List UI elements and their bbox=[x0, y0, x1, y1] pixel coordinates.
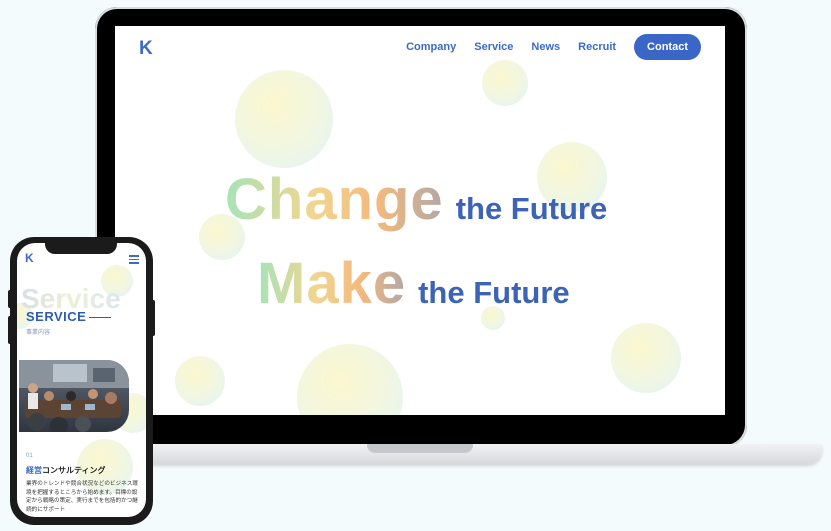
meeting-photo-illustration bbox=[19, 360, 129, 432]
hero-line-2: Make the Future bbox=[257, 250, 570, 317]
service-item-title-accent: 経営 bbox=[26, 466, 42, 475]
laptop-notch bbox=[367, 444, 473, 453]
service-item-description: 業界のトレンドや競合状況などのビジネス環境を把握するところから始めます。目標の設… bbox=[26, 481, 138, 513]
title-underline bbox=[89, 317, 111, 318]
service-item-title-rest: コンサルティング bbox=[42, 466, 106, 475]
phone-notch bbox=[45, 240, 117, 254]
decor-bubble bbox=[611, 323, 681, 393]
meeting-photo bbox=[19, 360, 129, 432]
service-item-title: 経営コンサルティング bbox=[26, 465, 106, 476]
nav-service[interactable]: Service bbox=[474, 41, 513, 53]
contact-button[interactable]: Contact bbox=[634, 34, 701, 60]
site-logo[interactable]: K bbox=[139, 38, 153, 60]
hero-line-1: Change the Future bbox=[225, 166, 607, 233]
hamburger-menu-icon[interactable] bbox=[129, 255, 139, 266]
decor-bubble bbox=[175, 356, 225, 406]
hero-the-future-2: the Future bbox=[418, 275, 570, 310]
nav-company[interactable]: Company bbox=[406, 41, 456, 53]
decor-bubble bbox=[482, 60, 528, 106]
hero-the-future-1: the Future bbox=[455, 191, 608, 226]
section-title: SERVICE bbox=[26, 309, 87, 324]
phone-side-button bbox=[8, 316, 12, 344]
nav-news[interactable]: News bbox=[531, 41, 560, 53]
section-subtitle: 事業内容 bbox=[26, 330, 51, 336]
service-item-number: 01 bbox=[26, 453, 33, 459]
phone-side-button bbox=[8, 290, 12, 308]
desktop-site-preview: K Company Service News Recruit Contact C… bbox=[115, 26, 725, 415]
hero-word-change: Change bbox=[225, 167, 444, 232]
hero-word-make: Make bbox=[257, 251, 407, 316]
mobile-logo[interactable]: K bbox=[25, 251, 34, 265]
mobile-site-preview: K Service SERVICE 事業内容 01 経営コンサルティング 業界の… bbox=[17, 243, 146, 517]
main-nav: Company Service News Recruit Contact bbox=[388, 34, 701, 60]
decor-bubble bbox=[235, 70, 333, 168]
nav-recruit[interactable]: Recruit bbox=[578, 41, 616, 53]
decor-bubble bbox=[297, 344, 403, 415]
phone-side-button bbox=[151, 300, 155, 336]
